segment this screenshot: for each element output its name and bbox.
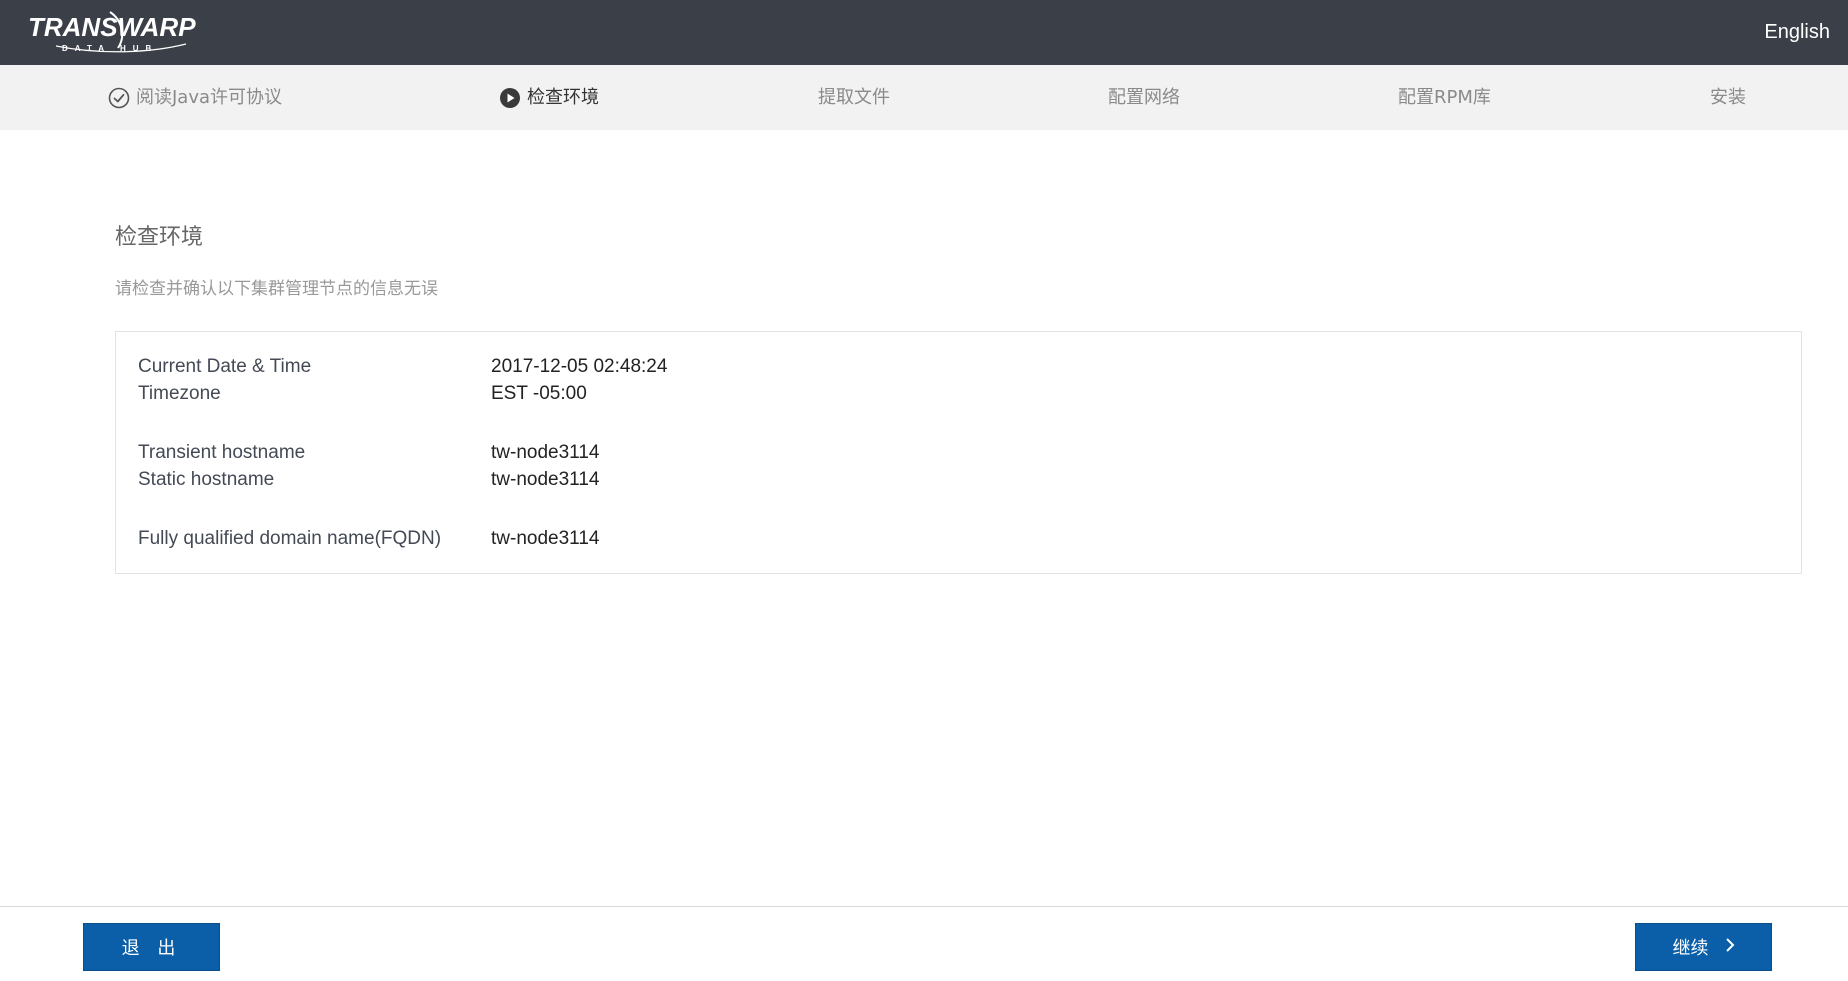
- info-row-static-hostname: Static hostname tw-node3114: [138, 466, 599, 493]
- step-install: 安装: [1710, 65, 1746, 130]
- wizard-steps: 阅读Java许可协议 检查环境 提取文件 配置网络 配置RPM库 安装: [0, 65, 1848, 130]
- footer-divider: [0, 906, 1848, 907]
- exit-button-label: 退 出: [121, 938, 182, 959]
- info-value: 2017-12-05 02:48:24: [491, 356, 668, 377]
- chevron-right-icon: [1725, 937, 1735, 958]
- info-label: Timezone: [138, 383, 221, 404]
- top-bar: TRANSWARP DATA HUB English: [0, 0, 1848, 65]
- step-label: 配置RPM库: [1398, 87, 1491, 108]
- step-label: 检查环境: [527, 87, 599, 108]
- language-switch[interactable]: English: [1764, 21, 1830, 44]
- info-value: tw-node3114: [491, 528, 600, 549]
- info-value: EST -05:00: [491, 383, 587, 404]
- info-label: Current Date & Time: [138, 356, 312, 377]
- step-configure-network: 配置网络: [1108, 65, 1180, 130]
- step-java-license: 阅读Java许可协议: [108, 65, 282, 130]
- page-title: 检查环境: [115, 225, 204, 250]
- step-extract-files: 提取文件: [818, 65, 890, 130]
- info-row-fqdn: Fully qualified domain name(FQDN) tw-nod…: [138, 525, 599, 552]
- info-value: tw-node3114: [491, 469, 600, 490]
- exit-button[interactable]: 退 出: [83, 923, 220, 971]
- continue-button[interactable]: 继续: [1635, 923, 1772, 971]
- info-label: Transient hostname: [138, 442, 306, 463]
- step-label: 配置网络: [1108, 87, 1180, 108]
- step-configure-rpm: 配置RPM库: [1398, 65, 1491, 130]
- info-label: Static hostname: [138, 469, 275, 490]
- continue-button-label: 继续: [1672, 938, 1709, 959]
- info-row-datetime: Current Date & Time 2017-12-05 02:48:24: [138, 353, 667, 380]
- info-value: tw-node3114: [491, 442, 600, 463]
- logo-wordmark: TRANSWARP: [28, 12, 196, 42]
- info-row-timezone: Timezone EST -05:00: [138, 380, 587, 407]
- info-row-transient-hostname: Transient hostname tw-node3114: [138, 439, 599, 466]
- transwarp-logo: TRANSWARP DATA HUB: [26, 10, 196, 54]
- play-circle-icon: [500, 87, 520, 108]
- step-label: 安装: [1710, 87, 1746, 108]
- step-label: 阅读Java许可协议: [136, 87, 283, 108]
- step-check-environment: 检查环境: [499, 65, 599, 130]
- info-label: Fully qualified domain name(FQDN): [138, 528, 442, 549]
- environment-info-panel: Current Date & Time 2017-12-05 02:48:24 …: [115, 331, 1802, 574]
- step-label: 提取文件: [818, 87, 890, 108]
- logo-tagline: DATA HUB: [62, 44, 159, 53]
- check-circle-icon: [108, 87, 130, 108]
- page-subtitle: 请检查并确认以下集群管理节点的信息无误: [115, 279, 438, 299]
